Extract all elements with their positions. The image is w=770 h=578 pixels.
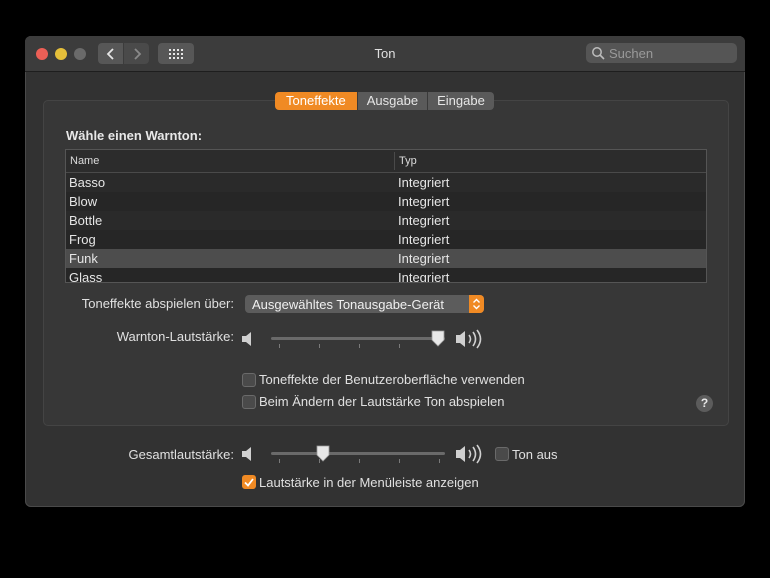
menubar-volume-checkbox[interactable] — [242, 475, 256, 489]
slider-tick — [359, 344, 360, 348]
playback-device-popup[interactable]: Ausgewähltes Tonausgabe-Gerät — [245, 295, 484, 313]
alert-sound-table[interactable]: Name Typ Basso Integriert Blow Integriert … — [65, 149, 707, 283]
system-preferences-window: Ton Suchen Toneffekte Ausgabe Eingabe Wä… — [25, 36, 745, 507]
output-volume-slider[interactable] — [271, 445, 445, 465]
speaker-high-icon — [456, 329, 482, 349]
ui-sounds-checkbox[interactable] — [242, 373, 256, 387]
row-name: Glass — [69, 270, 103, 283]
slider-tick — [399, 344, 400, 348]
output-volume-label: Gesamtlautstärke: — [128, 447, 235, 462]
table-row[interactable]: Blow Integriert — [66, 192, 706, 211]
help-button[interactable]: ? — [696, 395, 713, 412]
search-placeholder: Suchen — [609, 45, 654, 61]
table-header: Name Typ — [66, 150, 706, 173]
row-name: Blow — [69, 194, 98, 209]
slider-tick — [279, 459, 280, 463]
table-row[interactable]: Basso Integriert — [66, 173, 706, 192]
column-header-type[interactable]: Typ — [399, 155, 417, 167]
row-type: Integriert — [398, 175, 450, 190]
slider-tick — [279, 344, 280, 348]
alert-volume-slider[interactable] — [271, 330, 445, 350]
speaker-low-icon — [242, 447, 251, 461]
speaker-high-icon — [456, 444, 482, 464]
slider-tick — [359, 459, 360, 463]
slider-track — [271, 452, 445, 455]
slider-tick — [319, 344, 320, 348]
row-name: Frog — [69, 232, 96, 247]
row-name: Funk — [69, 251, 98, 266]
row-type: Integriert — [398, 251, 450, 266]
mute-checkbox[interactable] — [495, 447, 509, 461]
table-row[interactable]: Frog Integriert — [66, 230, 706, 249]
playback-device-value: Ausgewähltes Tonausgabe-Gerät — [252, 296, 444, 312]
mute-label: Ton aus — [512, 447, 558, 462]
tab-eingabe[interactable]: Eingabe — [428, 92, 494, 110]
feedback-checkbox[interactable] — [242, 395, 256, 409]
checkmark-icon — [244, 477, 254, 487]
ui-sounds-label: Toneffekte der Benutzeroberfläche verwen… — [259, 372, 525, 387]
popup-arrows-icon — [469, 295, 484, 313]
row-type: Integriert — [398, 194, 450, 209]
alert-sound-heading: Wähle einen Warnton: — [66, 128, 203, 143]
title-bar: Ton Suchen — [25, 36, 745, 72]
menubar-volume-label: Lautstärke in der Menüleiste anzeigen — [259, 475, 479, 490]
row-type: Integriert — [398, 232, 450, 247]
tab-bar: Toneffekte Ausgabe Eingabe — [275, 92, 494, 110]
search-icon — [592, 47, 605, 60]
slider-tick — [439, 459, 440, 463]
column-header-name[interactable]: Name — [70, 155, 99, 167]
feedback-label: Beim Ändern der Lautstärke Ton abspielen — [259, 394, 505, 409]
column-divider — [394, 152, 395, 170]
row-type: Integriert — [398, 213, 450, 228]
tab-ausgabe[interactable]: Ausgabe — [357, 92, 429, 110]
table-row[interactable]: Glass Integriert — [66, 268, 706, 283]
slider-knob[interactable] — [316, 445, 330, 462]
slider-knob[interactable] — [431, 330, 445, 347]
table-row-selected[interactable]: Funk Integriert — [66, 249, 706, 268]
speaker-low-icon — [242, 332, 251, 346]
row-name: Basso — [69, 175, 106, 190]
search-field[interactable]: Suchen — [586, 43, 737, 63]
tab-toneffekte[interactable]: Toneffekte — [275, 92, 358, 110]
table-row[interactable]: Bottle Integriert — [66, 211, 706, 230]
alert-volume-label: Warnton-Lautstärke: — [116, 329, 234, 344]
playback-label: Toneffekte abspielen über: — [81, 296, 234, 311]
slider-tick — [399, 459, 400, 463]
row-type: Integriert — [398, 270, 450, 283]
slider-track — [271, 337, 445, 340]
table-body: Basso Integriert Blow Integriert Bottle Int… — [66, 173, 706, 283]
row-name: Bottle — [69, 213, 103, 228]
